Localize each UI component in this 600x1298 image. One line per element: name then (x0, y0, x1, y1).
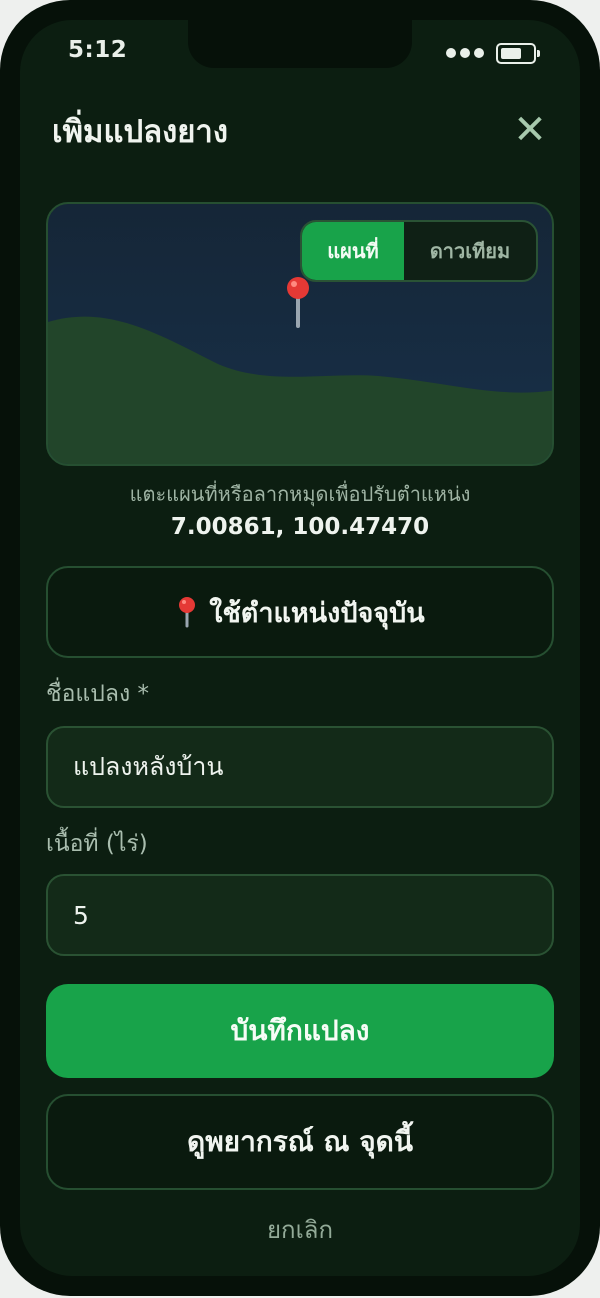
phone-frame: 5:12 เพิ่มแปลงยาง ✕ แผนที่ ดาวเทียม แตะแ… (0, 0, 600, 1296)
map-pin-icon (179, 597, 196, 628)
notch (188, 20, 412, 68)
map-hint: แตะแผนที่หรือลากหมุดเพื่อปรับตำแหน่ง (129, 482, 471, 506)
tab-map[interactable]: แผนที่ (302, 222, 404, 280)
plot-name-input[interactable]: แปลงหลังบ้าน (46, 726, 554, 808)
screen: 5:12 เพิ่มแปลงยาง ✕ แผนที่ ดาวเทียม แตะแ… (20, 20, 580, 1276)
plot-area-label: เนื้อที่ (ไร่) (46, 831, 148, 857)
battery-icon (496, 43, 540, 64)
map-view[interactable]: แผนที่ ดาวเทียม (46, 202, 554, 466)
coordinates-readout: 7.00861, 100.47470 (170, 514, 430, 540)
use-current-location-button[interactable]: ใช้ตำแหน่งปัจจุบัน (46, 566, 554, 658)
close-button[interactable]: ✕ (510, 108, 550, 154)
view-forecast-button[interactable]: ดูพยากรณ์ ณ จุดนี้ (46, 1094, 554, 1190)
save-plot-button[interactable]: บันทึกแปลง (46, 984, 554, 1078)
map-pin-icon[interactable] (278, 274, 318, 330)
map-type-toggle: แผนที่ ดาวเทียม (300, 220, 538, 282)
page-title: เพิ่มแปลงยาง (52, 114, 228, 150)
status-time: 5:12 (68, 37, 128, 63)
plot-area-input[interactable]: 5 (46, 874, 554, 956)
close-icon: ✕ (513, 107, 547, 153)
tab-satellite[interactable]: ดาวเทียม (404, 222, 536, 280)
cancel-link[interactable]: ยกเลิก (20, 1210, 580, 1249)
signal-icon (446, 48, 484, 58)
plot-name-label: ชื่อแปลง * (46, 681, 149, 707)
use-current-location-label: ใช้ตำแหน่งปัจจุบัน (209, 597, 425, 629)
